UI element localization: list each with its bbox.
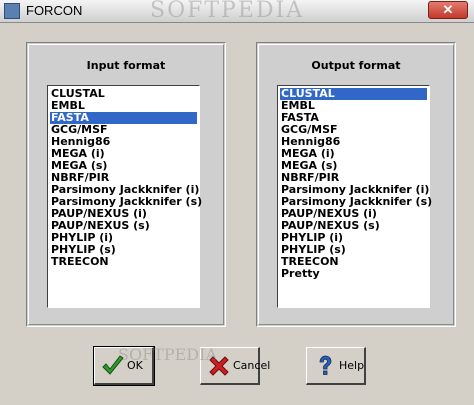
- input-format-listbox[interactable]: CLUSTAL EMBL FASTA GCG/MSF Hennig86 MEGA (i) M…: [47, 85, 202, 308]
- input-format-panel: Input format CLUSTAL EMBL FASTA GCG/MSF Henn…: [26, 42, 226, 327]
- list-item[interactable]: TREECON: [50, 256, 197, 268]
- list-item[interactable]: Pretty: [280, 268, 427, 280]
- input-format-label: Input format: [86, 59, 166, 72]
- output-format-panel: Output format CLUSTAL EMBL FASTA GCG/MSF Hen…: [256, 42, 456, 327]
- title-bar: FORCON SOFTPEDIA ✕: [0, 0, 474, 23]
- question-mark-icon: [319, 355, 332, 375]
- watermark-overlay: SOFTPEDIA: [118, 345, 217, 364]
- close-icon: ✕: [442, 2, 454, 17]
- help-label: Help: [339, 359, 365, 372]
- close-button[interactable]: ✕: [428, 1, 468, 19]
- forcon-window: FORCON SOFTPEDIA ✕ Input format CLUSTAL E…: [0, 0, 474, 405]
- watermark: SOFTPEDIA: [150, 0, 305, 23]
- output-format-label: Output format: [311, 59, 401, 72]
- app-icon: [4, 3, 20, 19]
- help-button[interactable]: Help: [306, 347, 366, 385]
- window-title: FORCON: [26, 3, 83, 18]
- cancel-label: Cancel: [233, 359, 271, 372]
- output-format-listbox[interactable]: CLUSTAL EMBL FASTA GCG/MSF Hennig86 MEGA (i) M…: [277, 85, 432, 308]
